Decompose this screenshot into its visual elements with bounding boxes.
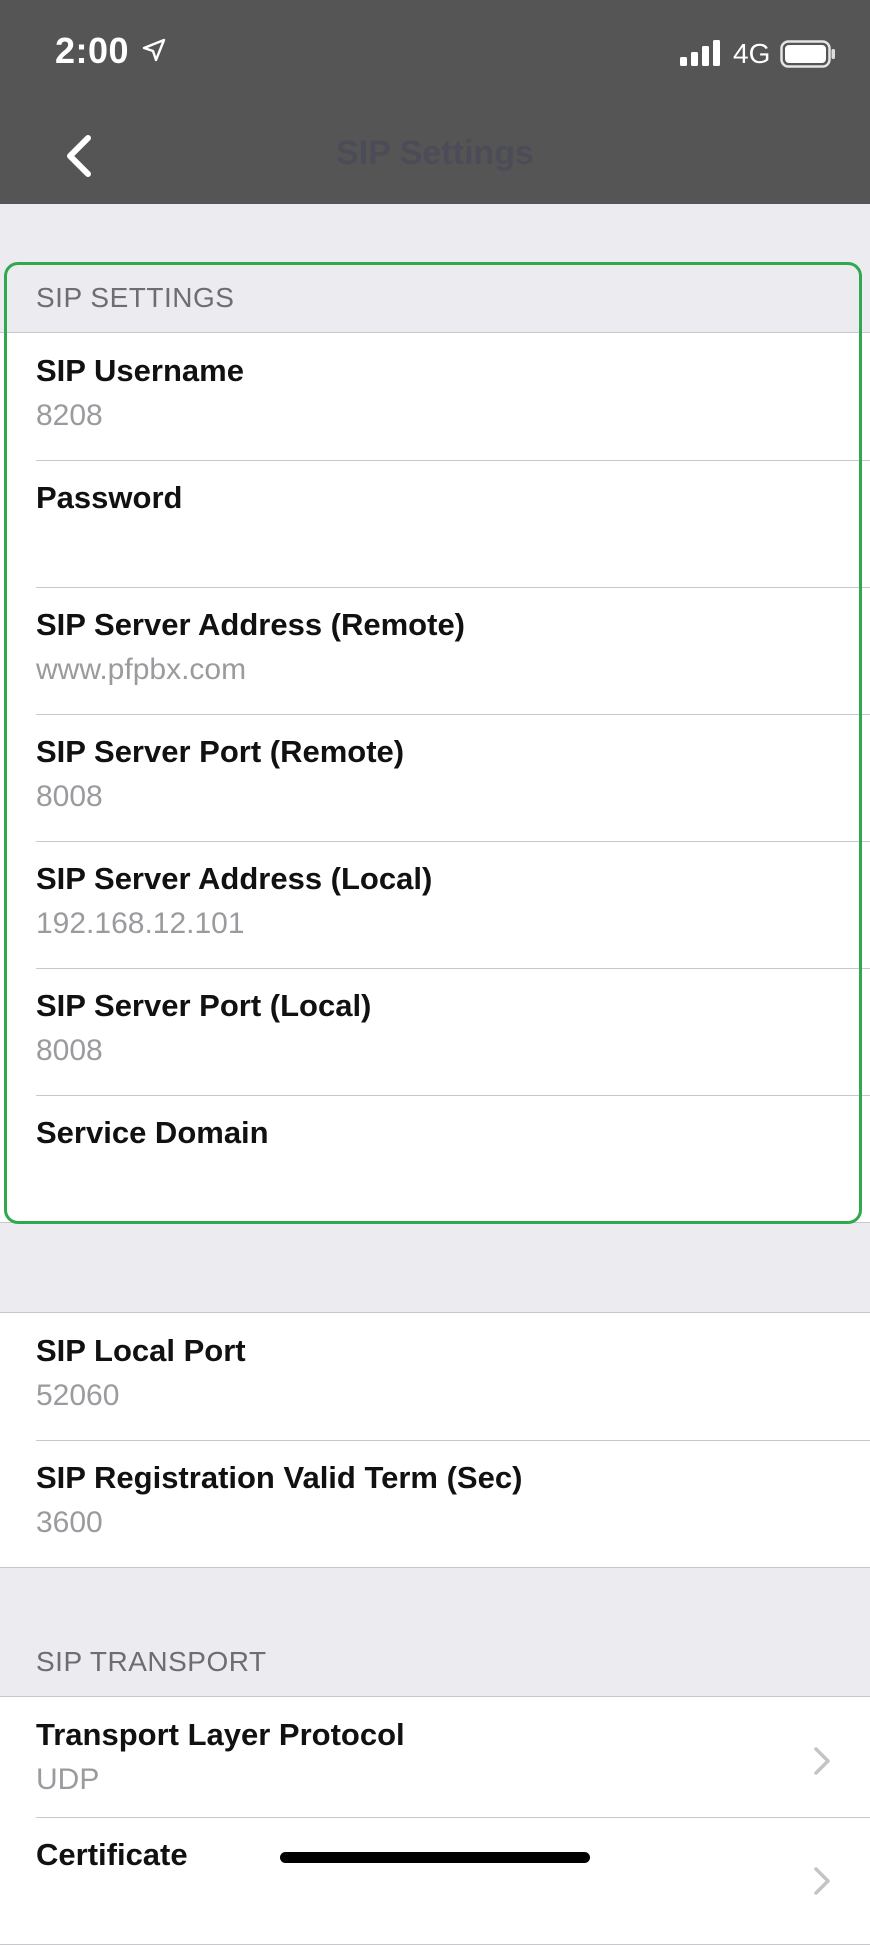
row-title: SIP Server Port (Local)	[36, 988, 372, 1023]
row-sip-local-port[interactable]: SIP Local Port 52060	[0, 1313, 870, 1440]
row-value: 8208	[36, 399, 103, 432]
row-password[interactable]: Password	[0, 460, 870, 587]
local-settings-group: SIP Local Port 52060 SIP Registration Va…	[0, 1312, 870, 1568]
section-header-label: SIP TRANSPORT	[36, 1646, 267, 1677]
location-arrow-icon	[142, 38, 166, 62]
row-transport-layer-protocol[interactable]: Transport Layer Protocol UDP	[0, 1697, 870, 1817]
home-indicator[interactable]	[280, 1852, 590, 1863]
row-title: Transport Layer Protocol	[36, 1717, 405, 1752]
row-title: SIP Server Address (Remote)	[36, 607, 466, 642]
row-value: 3600	[36, 1506, 103, 1539]
navigation-bar: SIP Settings	[0, 104, 870, 204]
section-header-sip-transport: SIP TRANSPORT	[0, 1628, 870, 1696]
row-title: SIP Server Port (Remote)	[36, 734, 405, 769]
row-certificate[interactable]: Certificate	[0, 1817, 870, 1944]
row-sip-username[interactable]: SIP Username 8208	[0, 333, 870, 460]
status-bar: 2:00 4G	[0, 0, 870, 104]
sip-settings-group: SIP Username 8208 Password SIP Server Ad…	[0, 332, 870, 1223]
chevron-right-icon	[814, 1747, 830, 1775]
row-value: 192.168.12.101	[36, 907, 245, 940]
row-title: Service Domain	[36, 1115, 269, 1150]
row-sip-server-address-remote[interactable]: SIP Server Address (Remote) www.pfpbx.co…	[0, 587, 870, 714]
chevron-right-icon	[814, 1867, 830, 1895]
row-sip-server-port-remote[interactable]: SIP Server Port (Remote) 8008	[0, 714, 870, 841]
signal-bars-icon	[680, 40, 720, 66]
row-title: Password	[36, 480, 183, 515]
row-title: SIP Registration Valid Term (Sec)	[36, 1460, 523, 1495]
battery-icon	[780, 40, 835, 68]
row-value: 8008	[36, 1034, 103, 1067]
row-value: 8008	[36, 780, 103, 813]
row-title: SIP Server Address (Local)	[36, 861, 433, 896]
row-sip-server-port-local[interactable]: SIP Server Port (Local) 8008	[0, 968, 870, 1095]
page-title: SIP Settings	[336, 134, 534, 172]
row-value: UDP	[36, 1763, 100, 1796]
row-sip-server-address-local[interactable]: SIP Server Address (Local) 192.168.12.10…	[0, 841, 870, 968]
network-type: 4G	[733, 38, 771, 69]
row-sip-registration-valid-term[interactable]: SIP Registration Valid Term (Sec) 3600	[0, 1440, 870, 1567]
section-header-label: SIP SETTINGS	[36, 282, 235, 313]
status-time: 2:00	[55, 30, 130, 71]
row-value: www.pfpbx.com	[36, 653, 247, 686]
section-header-sip-settings: SIP SETTINGS	[0, 264, 870, 332]
row-value: 52060	[36, 1379, 120, 1412]
sip-transport-group: Transport Layer Protocol UDP Certificate	[0, 1696, 870, 1945]
row-service-domain[interactable]: Service Domain	[0, 1095, 870, 1222]
row-title: SIP Username	[36, 353, 244, 388]
row-title: SIP Local Port	[36, 1333, 246, 1368]
row-title: Certificate	[36, 1837, 188, 1872]
